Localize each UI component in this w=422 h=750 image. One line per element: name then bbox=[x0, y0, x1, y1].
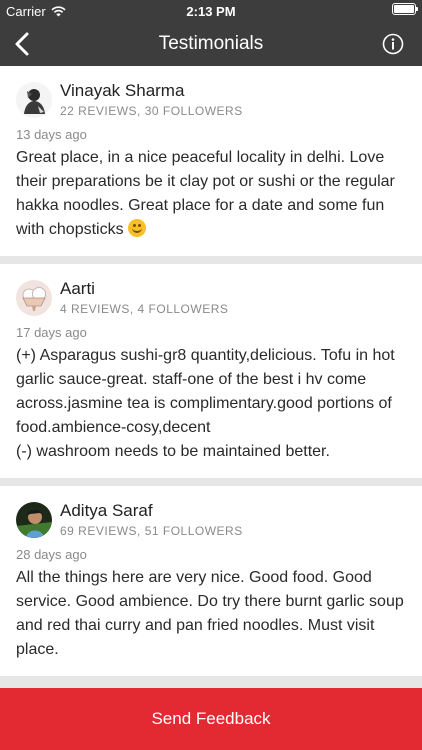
chevron-left-icon bbox=[15, 32, 29, 56]
avatar[interactable] bbox=[16, 82, 52, 118]
review-time: 13 days ago bbox=[16, 127, 87, 142]
battery-icon bbox=[392, 3, 418, 15]
review-text: All the things here are very nice. Good … bbox=[16, 569, 404, 658]
smiling-face-icon bbox=[128, 219, 147, 237]
send-feedback-button[interactable]: Send Feedback bbox=[0, 688, 422, 750]
testimonials-list[interactable]: Vinayak Sharma 22 REVIEWS, 30 FOLLOWERS … bbox=[0, 66, 422, 688]
info-button[interactable] bbox=[382, 33, 404, 55]
info-circle-icon bbox=[382, 33, 404, 55]
page-title: Testimonials bbox=[158, 33, 264, 54]
user-name[interactable]: Aarti bbox=[60, 278, 228, 300]
review-header: Aditya Saraf 69 REVIEWS, 51 FOLLOWERS bbox=[16, 500, 406, 538]
user-info: Aditya Saraf 69 REVIEWS, 51 FOLLOWERS bbox=[60, 500, 243, 538]
review-header: Aarti 4 REVIEWS, 4 FOLLOWERS bbox=[16, 278, 406, 316]
user-avatar-image bbox=[16, 82, 52, 118]
battery-level bbox=[394, 5, 414, 13]
review-time: 28 days ago bbox=[16, 547, 87, 562]
user-stats: 69 REVIEWS, 51 FOLLOWERS bbox=[60, 524, 243, 538]
review-card: Vinayak Sharma 22 REVIEWS, 30 FOLLOWERS … bbox=[0, 66, 422, 256]
user-name[interactable]: Aditya Saraf bbox=[60, 500, 243, 522]
review-card: Aarti 4 REVIEWS, 4 FOLLOWERS 17 days ago… bbox=[0, 264, 422, 478]
user-name[interactable]: Vinayak Sharma bbox=[60, 80, 243, 102]
review-header: Vinayak Sharma 22 REVIEWS, 30 FOLLOWERS bbox=[16, 80, 406, 118]
status-time: 2:13 PM bbox=[186, 4, 236, 19]
user-stats: 4 REVIEWS, 4 FOLLOWERS bbox=[60, 302, 229, 316]
user-stats: 22 REVIEWS, 30 FOLLOWERS bbox=[60, 104, 243, 118]
review-time: 17 days ago bbox=[16, 325, 87, 340]
avatar[interactable] bbox=[16, 502, 52, 538]
review-card: Aditya Saraf 69 REVIEWS, 51 FOLLOWERS 28… bbox=[0, 486, 422, 676]
user-avatar-image bbox=[16, 280, 52, 316]
user-info: Aarti 4 REVIEWS, 4 FOLLOWERS bbox=[60, 278, 228, 316]
review-body: Great place, in a nice peaceful locality… bbox=[16, 149, 395, 238]
user-avatar-image bbox=[16, 502, 52, 538]
avatar[interactable] bbox=[16, 280, 52, 316]
back-button[interactable] bbox=[8, 28, 40, 60]
status-bar: Carrier 2:13 PM bbox=[0, 0, 422, 22]
nav-bar: Testimonials bbox=[0, 22, 422, 66]
status-right bbox=[392, 3, 418, 15]
review-text: (+) Asparagus sushi-gr8 quantity,delicio… bbox=[16, 347, 395, 460]
review-text: Great place, in a nice peaceful locality… bbox=[16, 146, 406, 242]
user-info: Vinayak Sharma 22 REVIEWS, 30 FOLLOWERS bbox=[60, 80, 243, 118]
